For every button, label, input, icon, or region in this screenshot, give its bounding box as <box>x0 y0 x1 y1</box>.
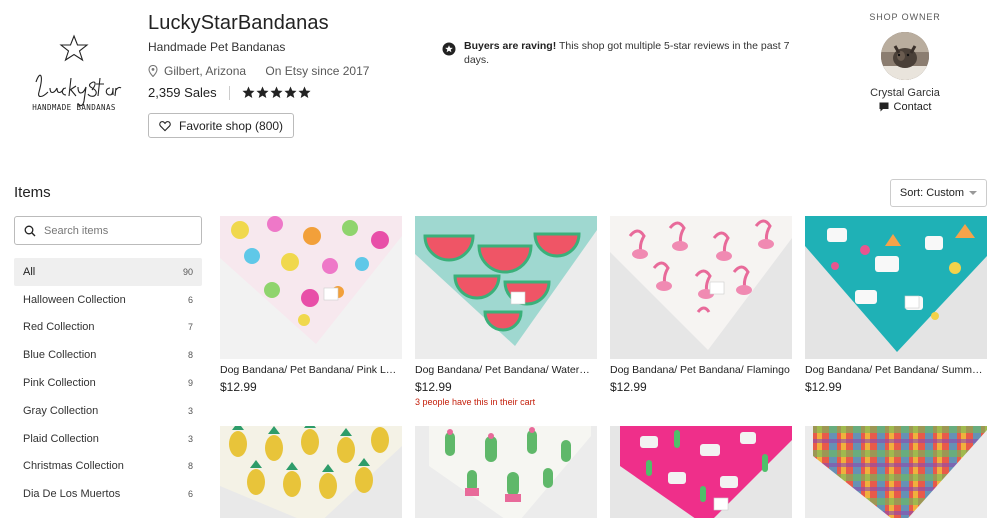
category-label: Plaid Collection <box>23 432 99 445</box>
raving-text: Buyers are raving! This shop got multipl… <box>464 39 792 67</box>
meta-separator <box>254 64 257 78</box>
category-label: Halloween Collection <box>23 293 126 306</box>
caret-down-icon <box>969 191 978 195</box>
star-icon <box>270 86 283 98</box>
product-price: $12.99 <box>610 380 647 394</box>
sort-dropdown[interactable]: Sort: Custom <box>890 179 987 207</box>
search-icon <box>24 225 36 236</box>
category-label: Dia De Los Muertos <box>23 488 121 501</box>
cart-demand-note: 3 people have this in their cart <box>415 397 536 407</box>
items-heading: Items <box>14 184 51 201</box>
favorite-shop-label: Favorite shop (800) <box>179 118 284 133</box>
star-icon <box>284 86 297 98</box>
product-card[interactable]: Dog Bandana/ Pet Bandana/ Summer Llama $… <box>805 216 987 394</box>
category-item[interactable]: Christmas Collection 8 <box>14 453 202 481</box>
category-item[interactable]: Red Collection 7 <box>14 314 202 342</box>
product-image-pineapple[interactable] <box>220 426 402 518</box>
product-card[interactable]: Dog Bandana/ Pet Bandana/ Pink Lemonade … <box>220 216 402 394</box>
category-item[interactable]: Gray Collection 3 <box>14 397 202 425</box>
category-label: Blue Collection <box>23 349 97 362</box>
heart-icon <box>159 120 171 131</box>
contact-owner-link[interactable]: Contact <box>855 101 955 113</box>
star-icon <box>298 86 311 98</box>
sales-divider <box>228 85 230 100</box>
search-items-input[interactable] <box>44 224 194 237</box>
product-title[interactable]: Dog Bandana/ Pet Bandana/ Watermelon <box>415 364 597 376</box>
product-image[interactable] <box>415 216 597 359</box>
shop-location: Gilbert, Arizona <box>164 64 247 78</box>
category-item[interactable]: Plaid Collection 3 <box>14 425 202 453</box>
category-count: 6 <box>187 489 193 500</box>
category-count: 9 <box>187 378 193 389</box>
product-card[interactable]: Dog Bandana/ Pet Bandana/ Flamingo $12.9… <box>610 216 792 394</box>
owner-avatar[interactable] <box>881 32 929 80</box>
location-pin-icon <box>148 65 158 77</box>
star-badge-icon <box>442 42 456 56</box>
category-count: 8 <box>187 461 193 472</box>
contact-label: Contact <box>893 101 932 113</box>
product-price: $12.99 <box>415 380 452 394</box>
shop-sales-count: 2,359 Sales <box>148 85 217 100</box>
shop-rating-stars[interactable] <box>242 86 311 99</box>
product-title[interactable]: Dog Bandana/ Pet Bandana/ Flamingo <box>610 364 792 376</box>
category-count: 7 <box>187 322 193 333</box>
category-item[interactable]: Dia De Los Muertos 6 <box>14 480 202 508</box>
message-icon <box>879 102 889 112</box>
star-icon <box>242 86 255 98</box>
product-card[interactable]: Dog Bandana/ Pet Bandana/ Watermelon $12… <box>415 216 597 407</box>
category-count: 3 <box>187 405 193 416</box>
category-label: All <box>23 265 36 278</box>
shop-since: On Etsy since 2017 <box>265 64 370 78</box>
category-label: Christmas Collection <box>23 460 124 473</box>
category-count: 6 <box>187 294 193 305</box>
shop-name: LuckyStarBandanas <box>148 12 329 34</box>
product-title[interactable]: Dog Bandana/ Pet Bandana/ Summer Llama <box>805 364 987 376</box>
category-label: Gray Collection <box>23 404 99 417</box>
product-image[interactable] <box>610 216 792 359</box>
buyers-raving-notice: Buyers are raving! This shop got multipl… <box>442 39 792 67</box>
category-item[interactable]: All 90 <box>14 258 202 286</box>
product-image-llama-pink[interactable] <box>610 426 792 518</box>
raving-bold: Buyers are raving! <box>464 40 557 52</box>
product-title[interactable]: Dog Bandana/ Pet Bandana/ Pink Lemonade <box>220 364 402 376</box>
shop-logo[interactable]: HANDMADE BANDANAS <box>22 30 126 114</box>
product-price: $12.99 <box>805 380 842 394</box>
category-item[interactable]: Halloween Collection 6 <box>14 286 202 314</box>
product-image-plaid[interactable] <box>805 426 987 518</box>
product-image[interactable] <box>220 216 402 359</box>
search-items-field[interactable] <box>14 216 202 245</box>
svg-text:HANDMADE BANDANAS: HANDMADE BANDANAS <box>32 103 116 112</box>
product-image[interactable] <box>805 216 987 359</box>
category-count: 90 <box>182 266 193 277</box>
category-label: Red Collection <box>23 321 95 334</box>
favorite-shop-button[interactable]: Favorite shop (800) <box>148 113 295 138</box>
category-label: Pink Collection <box>23 377 96 390</box>
category-list: All 90 Halloween Collection 6 Red Collection… <box>14 258 202 508</box>
category-count: 8 <box>187 350 193 361</box>
shop-tagline: Handmade Pet Bandanas <box>148 40 286 54</box>
shop-owner-label: SHOP OWNER <box>869 12 941 22</box>
category-item[interactable]: Blue Collection 8 <box>14 341 202 369</box>
star-icon <box>256 86 269 98</box>
shop-meta: Gilbert, Arizona On Etsy since 2017 <box>148 64 369 78</box>
owner-name[interactable]: Crystal Garcia <box>855 87 955 99</box>
shop-sales-row: 2,359 Sales <box>148 85 311 100</box>
product-image-cactus[interactable] <box>415 426 597 518</box>
product-price: $12.99 <box>220 380 257 394</box>
category-item[interactable]: Pink Collection 9 <box>14 369 202 397</box>
category-count: 3 <box>187 433 193 444</box>
sort-label: Sort: Custom <box>899 187 965 199</box>
